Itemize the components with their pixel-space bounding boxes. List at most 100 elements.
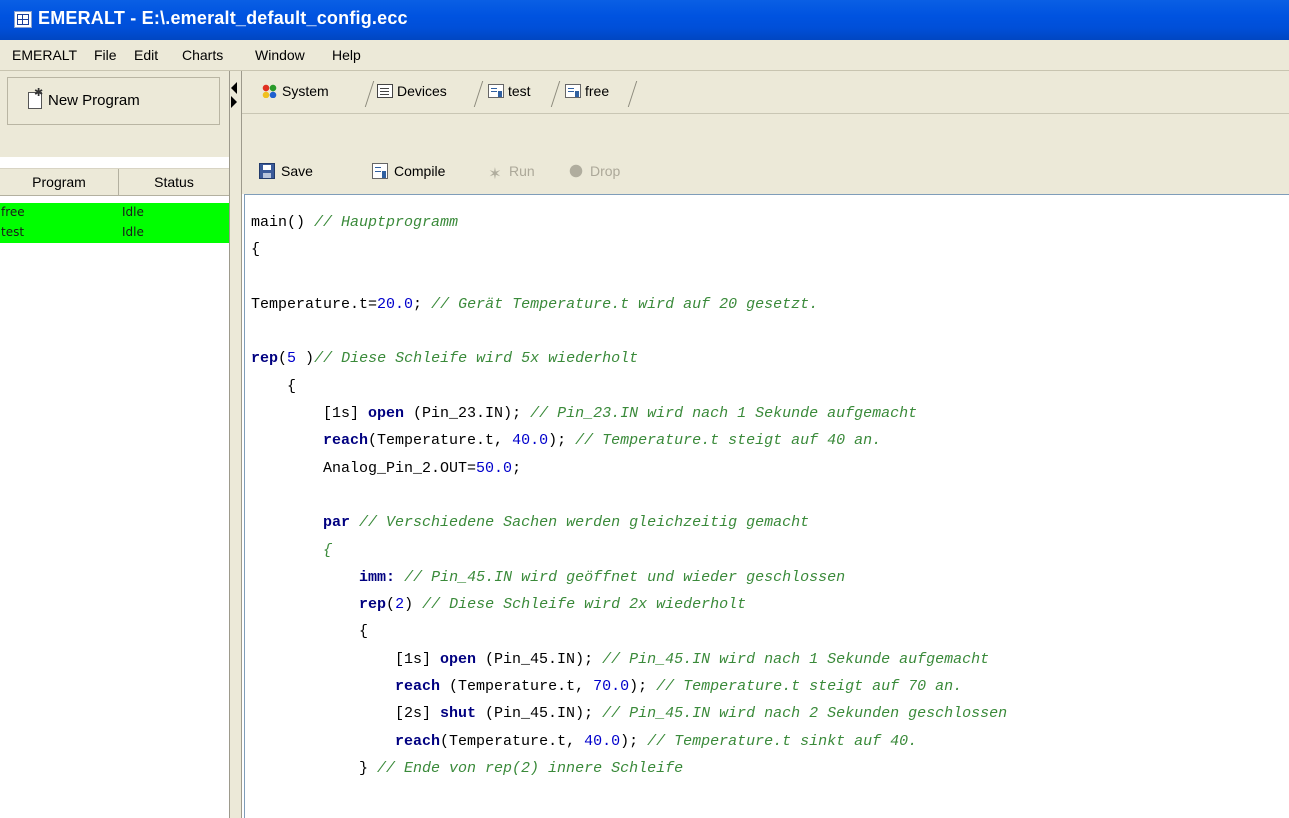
tab-label: System <box>282 83 329 99</box>
code-editor[interactable]: main() // Hauptprogramm { Temperature.t=2… <box>244 194 1289 818</box>
program-name: free <box>1 205 25 219</box>
code-token: ; <box>512 459 522 477</box>
code-token: [2s] <box>251 705 441 723</box>
code-token: // Diese Schleife wird 5x wiederholt <box>314 350 639 368</box>
code-token: 5 <box>287 350 297 368</box>
code-token: open <box>440 650 477 668</box>
drop-icon <box>568 163 584 179</box>
column-header-status[interactable]: Status <box>119 169 229 195</box>
code-token: 40.0 <box>584 732 621 750</box>
menu-bar: EMERALT File Edit Charts Window Help <box>0 40 1289 71</box>
code-token: ); <box>548 432 576 450</box>
code-line: Temperature.t=20.0; // Gerät Temperature… <box>251 291 1007 318</box>
tab-devices[interactable]: Devices <box>377 83 447 103</box>
system-icon <box>262 84 278 98</box>
menu-charts[interactable]: Charts <box>182 47 223 63</box>
tab-system[interactable]: System <box>262 83 329 103</box>
table-row[interactable]: test Idle <box>0 223 229 243</box>
code-token: [1s] <box>251 650 441 668</box>
code-token: (Pin_45.IN); <box>476 650 603 668</box>
code-token: // Pin_45.IN wird nach 1 Sekunde aufgema… <box>602 650 990 668</box>
tab-separator <box>366 81 374 105</box>
new-program-button[interactable]: New Program <box>7 77 220 125</box>
program-icon <box>488 84 504 98</box>
code-token: // Pin_23.IN wird nach 1 Sekunde aufgema… <box>530 405 918 423</box>
table-row[interactable]: free Idle <box>0 203 229 223</box>
code-token: (Pin_45.IN); <box>476 705 603 723</box>
run-button[interactable]: ✶ Run <box>487 163 535 183</box>
code-token: [1s] <box>251 405 369 423</box>
column-header-program[interactable]: Program <box>0 169 119 195</box>
code-token: rep <box>251 350 279 368</box>
menu-file[interactable]: File <box>94 47 117 63</box>
menu-edit[interactable]: Edit <box>134 47 158 63</box>
code-token: { <box>251 377 297 395</box>
app-icon[interactable] <box>14 11 32 28</box>
code-token: { <box>323 541 333 559</box>
code-token: // Pin_45.IN wird nach 2 Sekunden geschl… <box>602 705 1008 723</box>
code-line: { <box>251 373 1007 400</box>
code-line: reach(Temperature.t, 40.0); // Temperatu… <box>251 427 1007 454</box>
tab-strip: System Devices test free <box>242 71 1289 113</box>
code-line: [1s] open (Pin_23.IN); // Pin_23.IN wird… <box>251 400 1007 427</box>
code-token: // Temperature.t steigt auf 70 an. <box>656 678 963 696</box>
code-token: } <box>251 759 378 777</box>
menu-help[interactable]: Help <box>332 47 361 63</box>
menu-window[interactable]: Window <box>255 47 305 63</box>
code-token: { <box>251 241 261 259</box>
expand-right-icon[interactable] <box>231 96 237 108</box>
menu-emeralt[interactable]: EMERALT <box>12 47 77 63</box>
code-token: ); <box>629 678 657 696</box>
code-line: rep(2) // Diese Schleife wird 2x wiederh… <box>251 591 1007 618</box>
code-line: { <box>251 236 1007 263</box>
code-token: open <box>368 405 405 423</box>
code-line: imm: // Pin_45.IN wird geöffnet und wied… <box>251 564 1007 591</box>
code-token: // Temperature.t steigt auf 40 an. <box>575 432 882 450</box>
code-line: reach (Temperature.t, 70.0); // Temperat… <box>251 673 1007 700</box>
program-button-area: New Program <box>0 71 229 157</box>
panel-splitter[interactable] <box>230 71 242 818</box>
code-line: [2s] shut (Pin_45.IN); // Pin_45.IN wird… <box>251 700 1007 727</box>
code-token: (Pin_23.IN); <box>404 405 531 423</box>
tab-separator <box>552 81 560 105</box>
compile-icon <box>372 163 388 179</box>
code-token: ) <box>404 596 423 614</box>
code-token: (Temperature.t, <box>440 732 585 750</box>
compile-button[interactable]: Compile <box>372 163 445 179</box>
tab-test[interactable]: test <box>488 83 531 103</box>
code-line: rep(5 )// Diese Schleife wird 5x wiederh… <box>251 345 1007 372</box>
code-line: reach(Temperature.t, 40.0); // Temperatu… <box>251 728 1007 755</box>
program-panel: New Program Program Status free Idle tes… <box>0 71 230 818</box>
code-token: ( <box>278 350 288 368</box>
code-token: // Hauptprogramm <box>314 214 459 231</box>
title-bar[interactable]: EMERALT - E:\.emeralt_default_config.ecc <box>0 0 1289 40</box>
code-text[interactable]: main() // Hauptprogramm { Temperature.t=2… <box>251 209 1007 782</box>
code-token: // Temperature.t sinkt auf 40. <box>647 732 918 750</box>
compile-label: Compile <box>394 163 446 179</box>
code-token: 2 <box>395 596 405 614</box>
tab-label: Devices <box>397 83 447 99</box>
code-token: imm: <box>359 568 396 586</box>
code-token: 70.0 <box>593 678 630 696</box>
code-line: { <box>251 618 1007 645</box>
tab-label: free <box>585 83 610 99</box>
run-label: Run <box>509 163 535 179</box>
code-token: // Ende von rep(2) innere Schleife <box>377 759 684 777</box>
program-status: Idle <box>122 205 144 219</box>
drop-button[interactable]: Drop <box>568 163 620 179</box>
save-button[interactable]: Save <box>259 163 313 179</box>
collapse-left-icon[interactable] <box>231 82 237 94</box>
program-icon <box>565 84 581 98</box>
code-token: ( <box>386 596 396 614</box>
code-line: main() // Hauptprogramm <box>251 209 1007 236</box>
save-label: Save <box>281 163 313 179</box>
tab-free[interactable]: free <box>565 83 609 103</box>
code-token: ; <box>413 295 432 313</box>
program-name: test <box>1 225 25 239</box>
